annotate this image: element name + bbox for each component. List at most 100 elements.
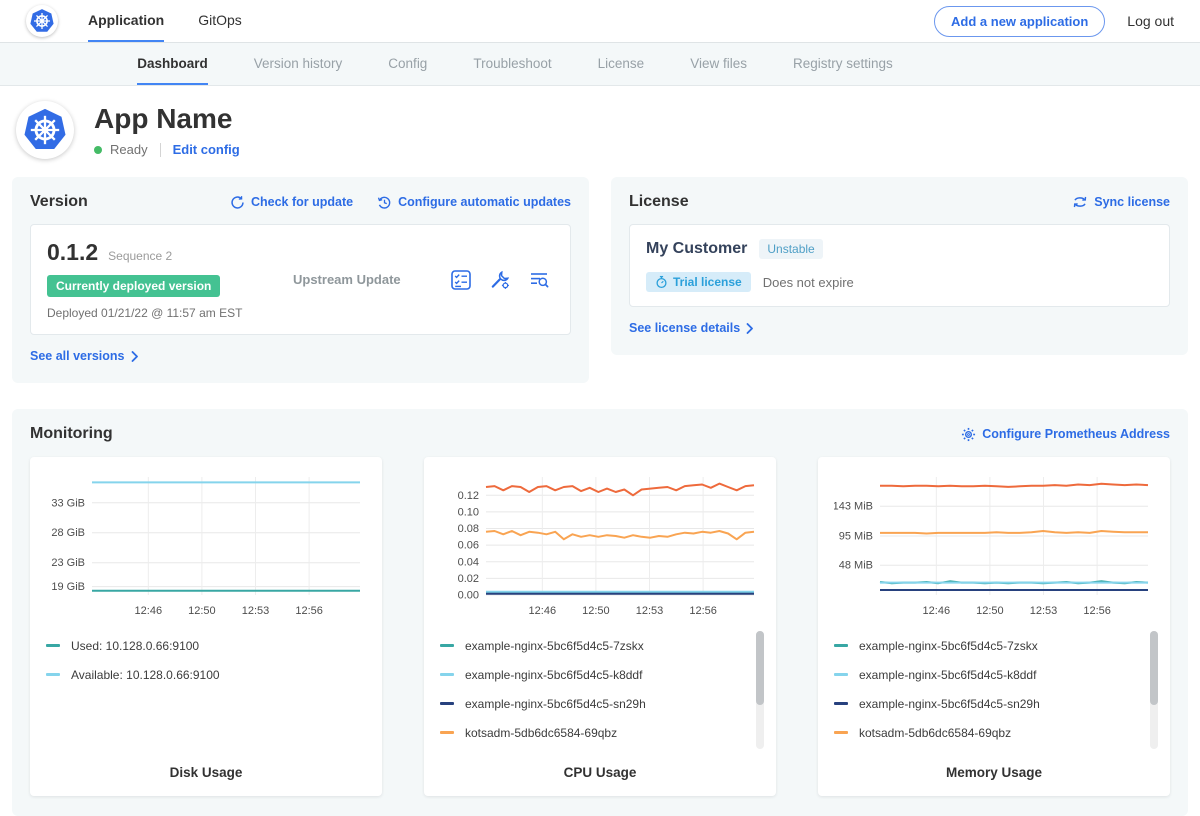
svg-text:0.02: 0.02 [458,573,479,585]
legend-item: example-nginx-5bc6f5d4c5-k8ddf [440,660,760,689]
chevron-right-icon [131,351,139,362]
legend-swatch [834,673,848,676]
legend-label: kotsadm-5db6dc6584-69qbz [465,726,617,740]
svg-text:0.06: 0.06 [458,540,479,552]
legend-item: kotsadm-5db6dc6584-69qbz [440,718,760,747]
tab-view-files[interactable]: View files [690,43,747,85]
tab-version-history[interactable]: Version history [254,43,343,85]
legend-swatch [834,731,848,734]
configure-prometheus-button[interactable]: Configure Prometheus Address [961,427,1170,442]
legend-label: Used: 10.128.0.66:9100 [71,639,199,653]
customer-name: My Customer [646,240,747,258]
disk-usage-legend: Used: 10.128.0.66:9100 Available: 10.128.… [46,631,366,689]
legend-item: kotsadm-5db6dc6584-69qbz [834,718,1154,747]
chart-title: CPU Usage [440,765,760,780]
svg-text:0.08: 0.08 [458,523,479,535]
add-application-button[interactable]: Add a new application [934,6,1105,37]
disk-usage-card: 19 GiB23 GiB28 GiB33 GiB12:4612:5012:531… [30,457,382,796]
wrench-gear-icon[interactable] [489,269,511,291]
legend-item: example-nginx-5bc6f5d4c5-k8ddf [834,660,1154,689]
top-navbar: Application GitOps Add a new application… [0,0,1200,42]
legend-item: example-nginx-5bc6f5d4c5-7zskx [440,631,760,660]
tab-registry-settings[interactable]: Registry settings [793,43,893,85]
svg-text:12:46: 12:46 [923,605,951,617]
see-license-details-link[interactable]: See license details [629,321,754,335]
tab-application[interactable]: Application [88,0,164,42]
check-for-update-button[interactable]: Check for update [230,195,353,210]
refresh-icon [230,195,245,210]
tab-license[interactable]: License [598,43,645,85]
chart-title: Memory Usage [834,765,1154,780]
cpu-usage-card: 0.000.020.040.060.080.100.1212:4612:5012… [424,457,776,796]
tab-gitops[interactable]: GitOps [198,0,242,42]
legend-label: example-nginx-5bc6f5d4c5-k8ddf [859,668,1036,682]
file-diff-icon[interactable] [528,269,550,291]
preflight-checklist-icon[interactable] [450,269,472,291]
legend-swatch [440,702,454,705]
sync-icon [1072,194,1088,210]
legend-label: example-nginx-5bc6f5d4c5-7zskx [859,639,1038,653]
legend-scrollbar-thumb[interactable] [756,631,764,705]
license-type-badge: Trial license [646,272,751,292]
chart-canvas: 19 GiB23 GiB28 GiB33 GiB12:4612:5012:531… [46,469,366,621]
legend-label: example-nginx-5bc6f5d4c5-k8ddf [465,668,642,682]
disk-usage-chart: 19 GiB23 GiB28 GiB33 GiB12:4612:5012:531… [46,469,366,621]
stopwatch-icon [655,275,668,289]
legend-item: example-nginx-5bc6f5d4c5-sn29h [834,689,1154,718]
svg-text:0.04: 0.04 [458,556,479,568]
svg-text:12:53: 12:53 [1030,605,1058,617]
release-type-label: Upstream Update [283,272,450,287]
app-icon [16,101,74,159]
deployed-timestamp: Deployed 01/21/22 @ 11:57 am EST [47,306,283,320]
kubernetes-app-icon [22,107,68,153]
svg-text:12:50: 12:50 [582,605,610,617]
svg-text:143 MiB: 143 MiB [834,501,873,513]
legend-swatch [834,702,848,705]
legend-label: example-nginx-5bc6f5d4c5-sn29h [859,697,1040,711]
svg-text:28 GiB: 28 GiB [51,527,85,539]
configure-automatic-updates-button[interactable]: Configure automatic updates [377,195,571,210]
ready-status-dot [94,146,102,154]
see-all-versions-link[interactable]: See all versions [30,349,139,363]
svg-text:12:56: 12:56 [295,605,323,617]
kubernetes-logo-icon [29,8,55,34]
kubernetes-logo [26,5,58,37]
svg-text:12:50: 12:50 [976,605,1004,617]
legend-label: kotsadm-5db6dc6584-69qbz [859,726,1011,740]
legend-item: Available: 10.128.0.66:9100 [46,660,366,689]
svg-text:0.00: 0.00 [458,590,479,602]
svg-text:12:46: 12:46 [529,605,557,617]
top-tabs: Application GitOps [88,0,242,42]
legend-swatch [46,673,60,676]
legend-label: example-nginx-5bc6f5d4c5-7zskx [465,639,644,653]
license-summary: My Customer Unstable Trial license Does … [629,224,1170,307]
tab-troubleshoot[interactable]: Troubleshoot [473,43,551,85]
svg-text:33 GiB: 33 GiB [51,497,85,509]
legend-scrollbar[interactable] [756,631,764,749]
cpu-usage-legend: example-nginx-5bc6f5d4c5-7zskx example-ng… [440,631,760,747]
edit-config-link[interactable]: Edit config [173,142,240,157]
license-card-title: License [629,193,689,211]
tab-dashboard[interactable]: Dashboard [137,43,208,85]
legend-swatch [440,731,454,734]
tab-config[interactable]: Config [388,43,427,85]
monitoring-section: Monitoring Configure Prometheus Address … [12,409,1188,816]
current-version-row: 0.1.2 Sequence 2 Currently deployed vers… [30,224,571,335]
legend-item: Used: 10.128.0.66:9100 [46,631,366,660]
svg-text:19 GiB: 19 GiB [51,581,85,593]
version-number: 0.1.2 [47,239,98,266]
logout-button[interactable]: Log out [1127,13,1174,29]
sync-license-button[interactable]: Sync license [1072,194,1170,210]
clock-update-icon [377,195,392,210]
channel-badge: Unstable [759,239,822,259]
legend-scrollbar[interactable] [1150,631,1158,749]
license-expiry: Does not expire [763,275,854,290]
chart-title: Disk Usage [46,765,366,780]
legend-item: example-nginx-5bc6f5d4c5-7zskx [834,631,1154,660]
legend-item: example-nginx-5bc6f5d4c5-sn29h [440,689,760,718]
legend-scrollbar-thumb[interactable] [1150,631,1158,705]
svg-text:48 MiB: 48 MiB [839,560,873,572]
cpu-usage-chart: 0.000.020.040.060.080.100.1212:4612:5012… [440,469,760,621]
legend-label: Available: 10.128.0.66:9100 [71,668,220,682]
version-sequence: Sequence 2 [108,249,172,263]
